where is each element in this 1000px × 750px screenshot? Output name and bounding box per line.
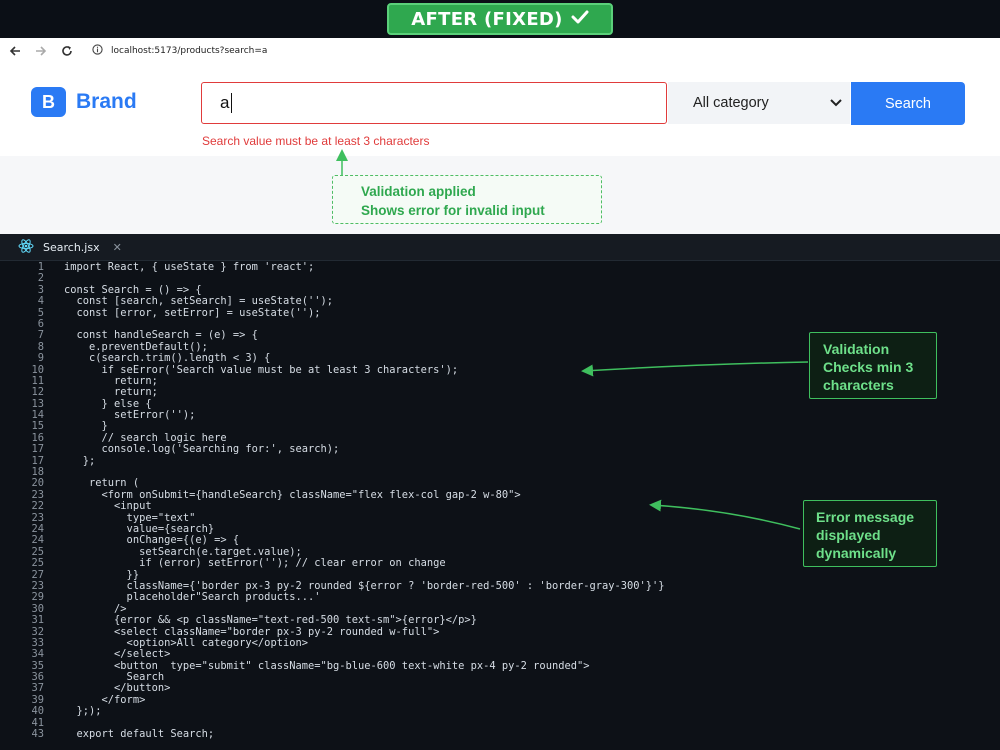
code-text: };); [64, 705, 102, 718]
code-text: <input [64, 500, 152, 513]
code-text: c(search.trim().length < 3) { [64, 352, 271, 365]
callout-line-2: Shows error for invalid input [361, 203, 545, 218]
code-line[interactable]: 37 </button> [0, 683, 1000, 695]
code-text: export default Search; [64, 728, 215, 741]
code-line[interactable]: 4 const [search, setSearch] = useState('… [0, 295, 1000, 308]
code-text: console.log('Searching for:', search); [64, 443, 340, 456]
text-cursor [231, 93, 233, 113]
line-number: 43 [31, 728, 44, 741]
logo-mark: B [31, 87, 66, 117]
callout-line-1: Validation [823, 341, 890, 357]
arrow-left-icon[interactable] [4, 40, 26, 62]
code-text: import React, { useState } from 'react'; [64, 261, 315, 273]
annotation-area: Validation applied Shows error for inval… [0, 156, 1000, 234]
code-line[interactable]: 40 };); [0, 705, 1000, 718]
logo-text: Brand [76, 90, 137, 113]
react-icon [18, 238, 34, 256]
chevron-down-icon [830, 95, 842, 111]
line-number: 31 [31, 614, 44, 627]
search-button[interactable]: Search [851, 82, 965, 125]
line-number: 4 [37, 295, 44, 308]
close-icon[interactable]: ✕ [113, 241, 122, 254]
validation-applied-callout: Validation applied Shows error for inval… [332, 175, 602, 224]
brand-logo[interactable]: B Brand [31, 87, 137, 117]
browser-address-bar: localhost:5173/products?search=a [0, 38, 1000, 65]
tab-search-jsx[interactable]: Search.jsx ✕ [18, 234, 122, 260]
code-text: const [error, setError] = useState(''); [64, 306, 321, 319]
badge-label: AFTER (FIXED) [411, 8, 563, 30]
category-selected: All category [693, 95, 769, 111]
category-select[interactable]: All category [668, 82, 850, 124]
code-line[interactable]: 17 }; [0, 454, 1000, 467]
validation-callout: Validation Checks min 3 characters [809, 332, 937, 399]
arrow-right-icon[interactable] [30, 40, 52, 62]
callout-line-3: characters [823, 377, 894, 393]
callout-line-3: dynamically [816, 545, 897, 561]
line-number: 12 [31, 386, 44, 399]
callout-line-2: Checks min 3 [823, 359, 914, 375]
search-input[interactable]: a [201, 82, 667, 124]
line-number: 34 [31, 648, 44, 661]
line-number: 9 [37, 352, 44, 365]
top-banner: AFTER (FIXED) [0, 0, 1000, 38]
code-text: const [search, setSearch] = useState('')… [64, 295, 334, 308]
code-text: </select> [64, 648, 171, 661]
tab-label: Search.jsx [43, 240, 100, 254]
reload-icon[interactable] [56, 40, 78, 62]
code-line[interactable]: 29 placeholder"Search products...' [0, 591, 1000, 603]
after-fixed-badge: AFTER (FIXED) [387, 3, 613, 35]
code-line[interactable]: 18 [0, 466, 1000, 478]
callout-line-1: Validation applied [361, 184, 476, 199]
code-line[interactable]: 5 const [error, setError] = useState('')… [0, 306, 1000, 319]
editor-tab-bar: Search.jsx ✕ [0, 234, 1000, 261]
code-editor: Search.jsx ✕ 1 import React, { useState }… [0, 234, 1000, 750]
line-number: 22 [31, 500, 44, 513]
code-line[interactable]: 34 </select> [0, 648, 1000, 661]
line-number: 40 [31, 705, 44, 718]
line-number: 25 [31, 557, 44, 570]
code-line[interactable]: 43 export default Search; [0, 728, 1000, 741]
code-line[interactable]: 1 import React, { useState } from 'react'… [0, 261, 1000, 273]
search-input-value: a [220, 93, 230, 112]
code-line[interactable]: 17 console.log('Searching for:', search)… [0, 443, 1000, 456]
info-icon[interactable] [92, 44, 103, 58]
code-text: if (error) setError(''); // clear error … [64, 557, 446, 570]
app-header: B Brand a All category Search Search val… [0, 64, 1000, 156]
error-message: Search value must be at least 3 characte… [202, 134, 430, 148]
code-line[interactable]: 14 setError(''); [0, 409, 1000, 421]
callout-line-2: displayed [816, 527, 881, 543]
url-text[interactable]: localhost:5173/products?search=a [111, 46, 267, 56]
callout-line-1: Error message [816, 509, 915, 525]
code-text: return; [64, 386, 158, 399]
code-text: }; [64, 454, 96, 467]
error-message-callout: Error message displayed dynamically [803, 500, 937, 567]
check-icon [571, 9, 589, 30]
line-number: 17 [31, 443, 44, 456]
code-line[interactable]: 31 {error && <p className="text-red-500 … [0, 614, 1000, 627]
code-line[interactable]: 39 </form> [0, 694, 1000, 706]
code-text: {error && <p className="text-red-500 tex… [64, 614, 477, 627]
